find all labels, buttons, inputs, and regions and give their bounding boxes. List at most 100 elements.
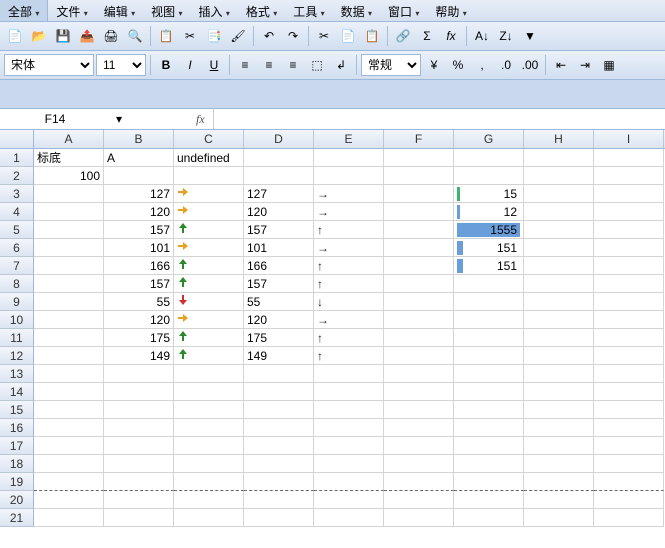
fx-icon[interactable]: fx [188, 112, 213, 127]
col-F[interactable]: F [384, 130, 454, 148]
cell-D12[interactable]: 149 [244, 347, 314, 365]
autosum-icon[interactable]: Σ [416, 25, 438, 47]
cell-H4[interactable] [524, 203, 594, 221]
cell-I7[interactable] [594, 257, 664, 275]
cell-A18[interactable] [34, 455, 104, 473]
cell-H16[interactable] [524, 419, 594, 437]
cell-G4[interactable]: 12 [454, 203, 524, 221]
cell-A6[interactable] [34, 239, 104, 257]
cell-E19[interactable] [314, 473, 384, 491]
undo-icon[interactable]: ↶ [258, 25, 280, 47]
cell-D16[interactable] [244, 419, 314, 437]
cell-C2[interactable] [174, 167, 244, 185]
cell-D10[interactable]: 120 [244, 311, 314, 329]
cell-C17[interactable] [174, 437, 244, 455]
cell-A12[interactable] [34, 347, 104, 365]
cell-I12[interactable] [594, 347, 664, 365]
cell-A16[interactable] [34, 419, 104, 437]
cell-G11[interactable] [454, 329, 524, 347]
cell-H2[interactable] [524, 167, 594, 185]
cell-C10[interactable] [174, 311, 244, 329]
cell-F18[interactable] [384, 455, 454, 473]
cell-B7[interactable]: 166 [104, 257, 174, 275]
cell-F6[interactable] [384, 239, 454, 257]
copy2-icon[interactable]: 📄 [337, 25, 359, 47]
cell-D18[interactable] [244, 455, 314, 473]
cell-I21[interactable] [594, 509, 664, 527]
cell-F16[interactable] [384, 419, 454, 437]
currency-icon[interactable]: ¥ [423, 54, 445, 76]
cell-C9[interactable] [174, 293, 244, 311]
format-painter-icon[interactable]: 🖌 [227, 25, 249, 47]
cell-I13[interactable] [594, 365, 664, 383]
cell-I16[interactable] [594, 419, 664, 437]
cell-A2[interactable]: 100 [34, 167, 104, 185]
menu-view[interactable]: 视图 ▾ [143, 0, 190, 21]
cell-E2[interactable] [314, 167, 384, 185]
cell-H10[interactable] [524, 311, 594, 329]
cell-G21[interactable] [454, 509, 524, 527]
cell-D21[interactable] [244, 509, 314, 527]
row-header-4[interactable]: 4 [0, 203, 34, 221]
select-all-corner[interactable] [0, 130, 34, 148]
cell-B15[interactable] [104, 401, 174, 419]
sort-asc-icon[interactable]: A↓ [471, 25, 493, 47]
cell-E17[interactable] [314, 437, 384, 455]
cell-C6[interactable] [174, 239, 244, 257]
row-header-13[interactable]: 13 [0, 365, 34, 383]
col-C[interactable]: C [174, 130, 244, 148]
cell-B1[interactable]: A [104, 149, 174, 167]
percent-icon[interactable]: % [447, 54, 469, 76]
cell-H7[interactable] [524, 257, 594, 275]
cell-F4[interactable] [384, 203, 454, 221]
cell-D8[interactable]: 157 [244, 275, 314, 293]
redo-icon[interactable]: ↷ [282, 25, 304, 47]
indent-dec-icon[interactable]: ⇤ [550, 54, 572, 76]
cell-I10[interactable] [594, 311, 664, 329]
cell-F3[interactable] [384, 185, 454, 203]
cell-G5[interactable]: 1555 [454, 221, 524, 239]
cell-A1[interactable]: 标底 [34, 149, 104, 167]
fontsize-select[interactable]: 11 [96, 54, 146, 76]
col-G[interactable]: G [454, 130, 524, 148]
new-icon[interactable]: 📄 [4, 25, 26, 47]
namebox-dropdown-icon[interactable]: ▾ [110, 112, 128, 126]
cell-G3[interactable]: 15 [454, 185, 524, 203]
cell-E21[interactable] [314, 509, 384, 527]
cell-C7[interactable] [174, 257, 244, 275]
cell-H8[interactable] [524, 275, 594, 293]
function-icon[interactable]: fx [440, 25, 462, 47]
cell-B3[interactable]: 127 [104, 185, 174, 203]
cell-A10[interactable] [34, 311, 104, 329]
cell-E1[interactable] [314, 149, 384, 167]
indent-inc-icon[interactable]: ⇥ [574, 54, 596, 76]
row-header-5[interactable]: 5 [0, 221, 34, 239]
menu-all[interactable]: 全部 ▾ [0, 0, 48, 21]
cell-B13[interactable] [104, 365, 174, 383]
cell-H19[interactable] [524, 473, 594, 491]
cell-C16[interactable] [174, 419, 244, 437]
underline-button[interactable]: U [203, 54, 225, 76]
align-left-icon[interactable]: ≡ [234, 54, 256, 76]
cell-B5[interactable]: 157 [104, 221, 174, 239]
cell-H11[interactable] [524, 329, 594, 347]
cell-A7[interactable] [34, 257, 104, 275]
cell-E15[interactable] [314, 401, 384, 419]
cell-H13[interactable] [524, 365, 594, 383]
cell-I3[interactable] [594, 185, 664, 203]
cell-G14[interactable] [454, 383, 524, 401]
numfmt-select[interactable]: 常规 [361, 54, 421, 76]
cell-E6[interactable]: → [314, 239, 384, 257]
cell-H21[interactable] [524, 509, 594, 527]
cell-B17[interactable] [104, 437, 174, 455]
cell-E20[interactable] [314, 491, 384, 509]
cell-G15[interactable] [454, 401, 524, 419]
cell-F2[interactable] [384, 167, 454, 185]
row-header-6[interactable]: 6 [0, 239, 34, 257]
row-header-18[interactable]: 18 [0, 455, 34, 473]
cell-F21[interactable] [384, 509, 454, 527]
sort-desc-icon[interactable]: Z↓ [495, 25, 517, 47]
cell-I6[interactable] [594, 239, 664, 257]
cell-B2[interactable] [104, 167, 174, 185]
row-header-14[interactable]: 14 [0, 383, 34, 401]
